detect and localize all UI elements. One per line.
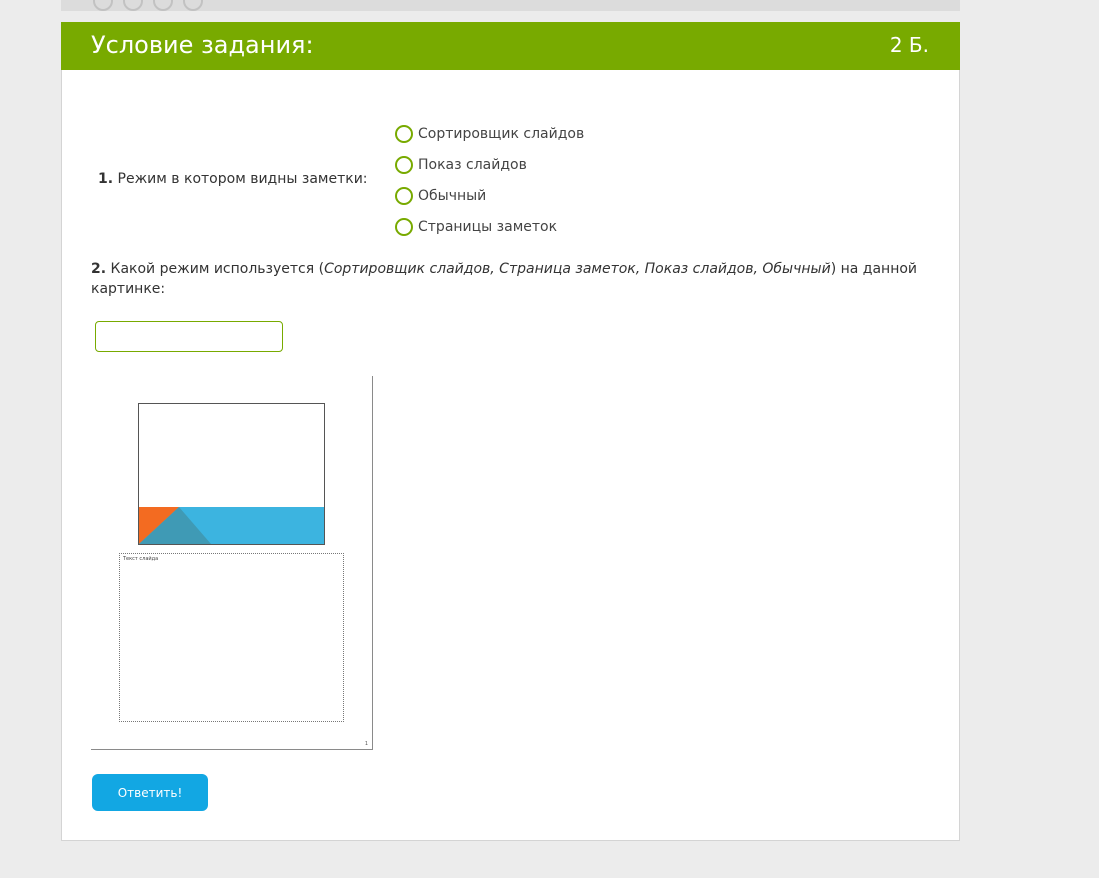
radio-option-slideshow[interactable]: Показ слайдов [395,149,584,180]
question-1-label: 1. Режим в котором видны заметки: [98,170,368,188]
radio-option-label: Показ слайдов [418,156,527,173]
notes-placeholder: Текст слайда [119,553,344,722]
radio-option-label: Сортировщик слайдов [418,125,585,142]
answer-input[interactable] [95,321,283,352]
dot-icon [93,0,113,11]
slide-design-graphic [139,507,324,544]
radio-circle-icon[interactable] [395,155,413,174]
question-2-text: 2. Какой режим используется (Сортировщик… [91,259,931,299]
radio-option-normal[interactable]: Обычный [395,180,584,211]
previous-block-strip [61,0,960,11]
task-points: 2 Б. [889,33,929,57]
task-header: Условие задания: 2 Б. [61,22,960,70]
notes-placeholder-text: Текст слайда [123,556,159,562]
slide-thumbnail [138,403,325,545]
dot-icon [153,0,173,11]
radio-circle-icon[interactable] [395,124,413,143]
submit-button[interactable]: Ответить! [92,774,208,811]
radio-option-sorter[interactable]: Сортировщик слайдов [395,118,584,149]
radio-option-notes-pages[interactable]: Страницы заметок [395,211,584,242]
task-card: Условие задания: 2 Б. 1. Режим в котором… [61,22,960,841]
question-1-options: Сортировщик слайдов Показ слайдов Обычны… [395,118,584,242]
page-number: 1 [364,741,368,747]
radio-option-label: Страницы заметок [418,218,558,235]
notes-page-image: Текст слайда 1 [91,376,373,750]
dot-icon [183,0,203,11]
question-2-number: 2. [91,261,107,277]
question-1-number: 1. [98,171,114,187]
radio-option-label: Обычный [418,187,487,204]
task-title: Условие задания: [91,31,314,59]
question-2-text-before: Какой режим используется ( [110,261,325,277]
radio-circle-icon[interactable] [395,186,413,205]
question-1-text: Режим в котором видны заметки: [117,171,368,187]
dot-icon [123,0,143,11]
radio-circle-icon[interactable] [395,217,413,236]
question-2-text-italic: Сортировщик слайдов, Страница заметок, П… [324,261,831,277]
